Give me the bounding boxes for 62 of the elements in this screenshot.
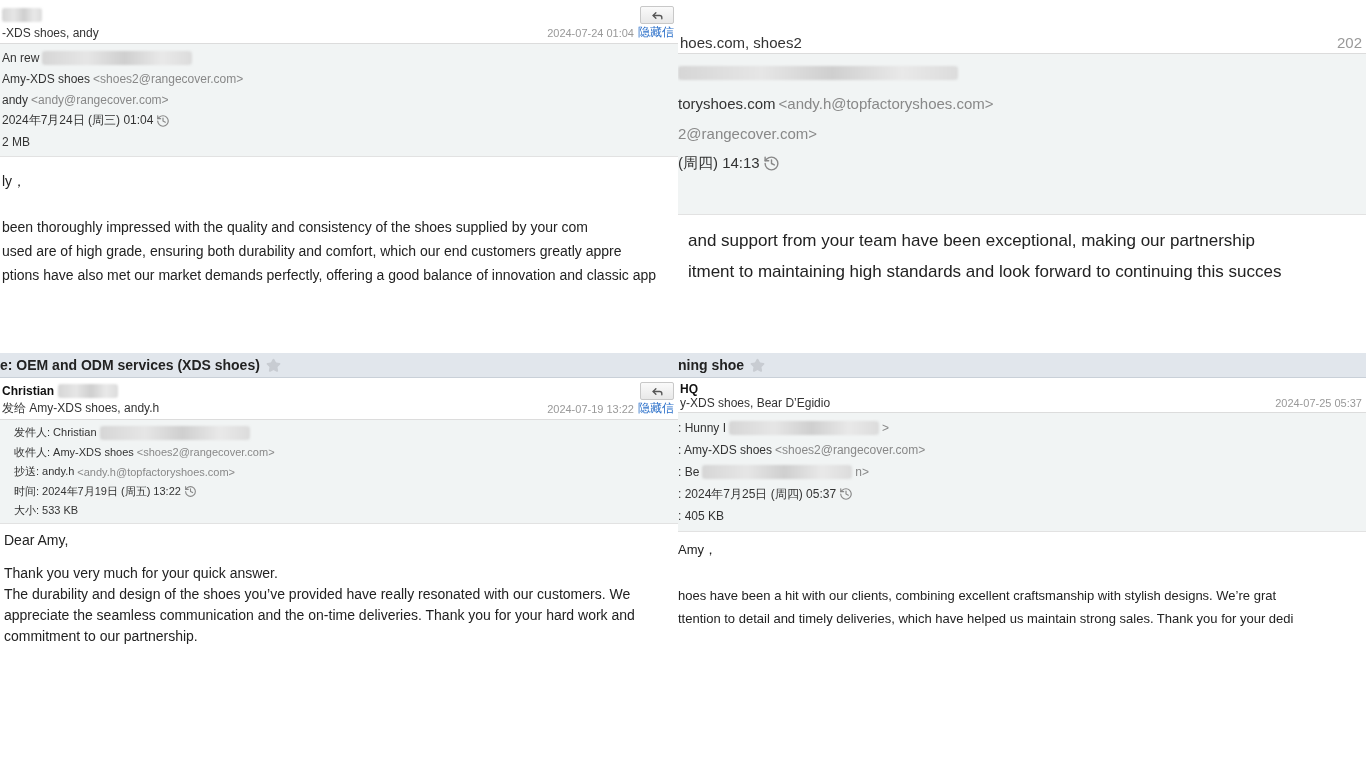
body-text: used are of high grade, ensuring both durability and comfort, which our end customers greatly appre — [2, 242, 623, 261]
body-text: Thank you very much for your quick answer. — [4, 563, 279, 583]
history-icon[interactable] — [839, 487, 854, 501]
email-address: <shoes2@rangecover.com> — [93, 71, 244, 86]
date-text: 2024-07-25 05:37 — [1275, 397, 1362, 409]
hide-details-link[interactable]: 隐藏信 — [638, 24, 674, 41]
subject-text: ning shoe — [678, 357, 745, 373]
detail-text: andy — [2, 92, 29, 107]
star-icon[interactable] — [265, 357, 281, 373]
email-address: <andy@rangecover.com> — [31, 92, 169, 107]
body-text: Dear Amy, — [4, 530, 70, 550]
body-text: Amy， — [678, 541, 718, 559]
date-text: 2024-07-19 13:22 — [547, 402, 634, 415]
detail-text: 2 MB — [2, 134, 30, 149]
detail-text: 2024年7月24日 (周三) 01:04 — [2, 112, 154, 129]
sender-name: HQ — [680, 382, 698, 396]
body-text: The durability and design of the shoes you’ve provided have really resonated with our customers. We — [4, 584, 632, 604]
date-text: 202 — [1336, 34, 1362, 51]
body-text: commitment to our partnership. — [4, 626, 199, 646]
detail-text: n> — [855, 465, 870, 479]
body-text: and support from your team have been exceptional, making our partnership — [688, 230, 1256, 252]
body-text: appreciate the seamless communication and the on-time deliveries. Thank you for your hard work and — [4, 605, 636, 625]
recipients-text: y-XDS shoes, Bear D’Egidio — [680, 396, 831, 410]
recipients-text: hoes.com, shoes2 — [680, 34, 802, 51]
recipients-text: 发给 Amy-XDS shoes, andy.h — [2, 400, 160, 417]
detail-text: : 2024年7月25日 (周四) 05:37 — [678, 485, 837, 503]
detail-text: > — [882, 421, 890, 435]
sender-name: Christian — [2, 384, 54, 398]
email-address: 2@rangecover.com> — [678, 124, 818, 142]
detail-text: : 405 KB — [678, 509, 725, 523]
email-address: <andy.h@topfactoryshoes.com> — [77, 465, 236, 478]
body-text: itment to maintaining high standards and look forward to continuing this succes — [688, 261, 1283, 283]
detail-text: 大小: 533 KB — [14, 503, 79, 519]
hide-details-link[interactable]: 隐藏信 — [638, 400, 674, 417]
reply-button[interactable] — [640, 382, 674, 400]
detail-text: 时间: 2024年7月19日 (周五) 13:22 — [14, 483, 181, 499]
detail-text: toryshoes.com — [678, 94, 776, 112]
detail-text: : Be — [678, 465, 700, 479]
email-address: <shoes2@rangecover.com> — [775, 443, 926, 457]
detail-text: An rew — [2, 50, 40, 65]
history-icon[interactable] — [183, 484, 197, 498]
recipients-text: -XDS shoes, andy — [2, 25, 99, 40]
history-icon[interactable] — [762, 154, 780, 172]
detail-text: 发件人: Christian — [14, 425, 97, 441]
body-text: been thoroughly impressed with the quality and consistency of the shoes supplied by your com — [2, 218, 589, 237]
body-text: ttention to detail and timely deliveries, which have helped us maintain strong sales. Thank you for your dedi — [678, 610, 1295, 628]
reply-button[interactable] — [640, 6, 674, 24]
detail-text: 收件人: Amy-XDS shoes — [14, 444, 134, 460]
subject-text: e: OEM and ODM services (XDS shoes) — [0, 357, 260, 373]
body-text: hoes have been a hit with our clients, combining excellent craftsmanship with stylish designs. We’re grat — [678, 587, 1278, 605]
detail-text: Amy-XDS shoes — [2, 71, 91, 86]
email-address: <andy.h@topfactoryshoes.com> — [778, 94, 994, 112]
star-icon[interactable] — [750, 357, 766, 373]
body-text: ly， — [2, 172, 28, 191]
history-icon[interactable] — [156, 113, 171, 128]
body-text: ptions have also met our market demands perfectly, offering a good balance of innovation and classic app — [2, 266, 657, 285]
detail-text: : Hunny I — [678, 421, 727, 435]
email-address: <shoes2@rangecover.com> — [136, 446, 275, 459]
detail-text: 抄送: andy.h — [14, 464, 75, 480]
detail-text: : Amy-XDS shoes — [678, 443, 773, 457]
date-text: 2024-07-24 01:04 — [547, 26, 634, 39]
detail-text: (周四) 14:13 — [678, 153, 760, 173]
